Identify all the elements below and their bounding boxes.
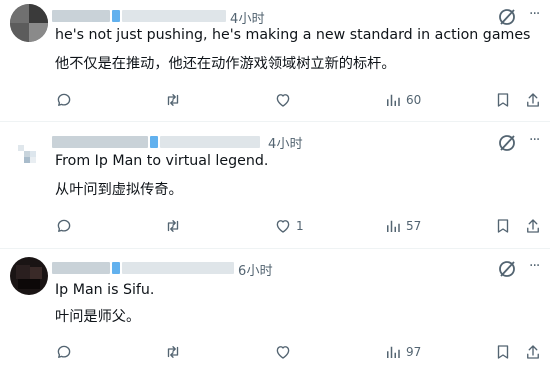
reply-text-translated: 从叶问到虚拟传奇。: [55, 182, 183, 198]
action-bar: 60: [0, 91, 550, 111]
bar-chart-icon: [387, 94, 400, 106]
reply-text-original: he's not just pushing, he's making a new…: [55, 27, 531, 43]
speech-bubble-icon: [57, 345, 71, 358]
bar-chart-icon: [387, 346, 400, 358]
like-button[interactable]: [274, 343, 296, 361]
timestamp[interactable]: 4小时: [268, 133, 303, 152]
speech-bubble-icon: [57, 219, 71, 232]
share-icon: [527, 93, 539, 107]
heart-icon: [276, 94, 290, 107]
view-count: 97: [406, 345, 422, 359]
share-button[interactable]: [524, 217, 542, 235]
action-bar: 97: [0, 343, 550, 363]
timestamp[interactable]: 4小时: [230, 8, 265, 27]
reply-text-translated: 他不仅是在推动，他还在动作游戏领域树立新的标杆。: [55, 56, 396, 72]
reply-text-translated: 叶问是师父。: [55, 309, 141, 325]
more-icon[interactable]: ···: [529, 132, 540, 148]
bookmark-button[interactable]: [494, 91, 512, 109]
speech-bubble-icon: [57, 93, 71, 106]
more-icon[interactable]: ···: [529, 6, 540, 22]
bookmark-button[interactable]: [494, 343, 512, 361]
bookmark-icon: [497, 93, 509, 107]
retweet-icon: [167, 346, 179, 358]
reply-text-original: Ip Man is Sifu.: [55, 282, 155, 298]
retweet-button[interactable]: [164, 217, 182, 235]
views-button[interactable]: 97: [384, 343, 421, 361]
reply-1[interactable]: 4小时 ··· he's not just pushing, he's maki…: [0, 0, 550, 120]
share-button[interactable]: [524, 343, 542, 361]
avatar[interactable]: [10, 257, 48, 295]
grok-icon[interactable]: [496, 132, 518, 154]
view-count: 57: [406, 219, 422, 233]
avatar[interactable]: [10, 4, 48, 42]
bookmark-button[interactable]: [494, 217, 512, 235]
more-icon[interactable]: ···: [529, 258, 540, 274]
like-button[interactable]: 1: [274, 217, 304, 235]
like-count: 1: [296, 219, 304, 233]
reply-button[interactable]: [55, 217, 73, 235]
heart-icon: [276, 346, 290, 359]
bookmark-icon: [497, 219, 509, 233]
retweet-button[interactable]: [164, 91, 182, 109]
retweet-button[interactable]: [164, 343, 182, 361]
like-button[interactable]: [274, 91, 296, 109]
reply-button[interactable]: [55, 343, 73, 361]
action-bar: 1 57: [0, 217, 550, 237]
retweet-icon: [167, 94, 179, 106]
avatar[interactable]: [10, 132, 48, 170]
heart-icon: [276, 220, 290, 233]
grok-icon[interactable]: [496, 258, 518, 280]
share-icon: [527, 345, 539, 359]
views-button[interactable]: 60: [384, 91, 421, 109]
reply-text-original: From Ip Man to virtual legend.: [55, 153, 269, 169]
reply-button[interactable]: [55, 91, 73, 109]
bar-chart-icon: [387, 220, 400, 232]
timestamp[interactable]: 6小时: [238, 260, 273, 279]
grok-icon[interactable]: [496, 6, 518, 28]
reply-2[interactable]: 4小时 ··· From Ip Man to virtual legend. 从…: [0, 122, 550, 247]
view-count: 60: [406, 93, 422, 107]
bookmark-icon: [497, 345, 509, 359]
reply-3[interactable]: 6小时 ··· Ip Man is Sifu. 叶问是师父。 97: [0, 249, 550, 373]
share-icon: [527, 219, 539, 233]
views-button[interactable]: 57: [384, 217, 421, 235]
share-button[interactable]: [524, 91, 542, 109]
retweet-icon: [167, 220, 179, 232]
